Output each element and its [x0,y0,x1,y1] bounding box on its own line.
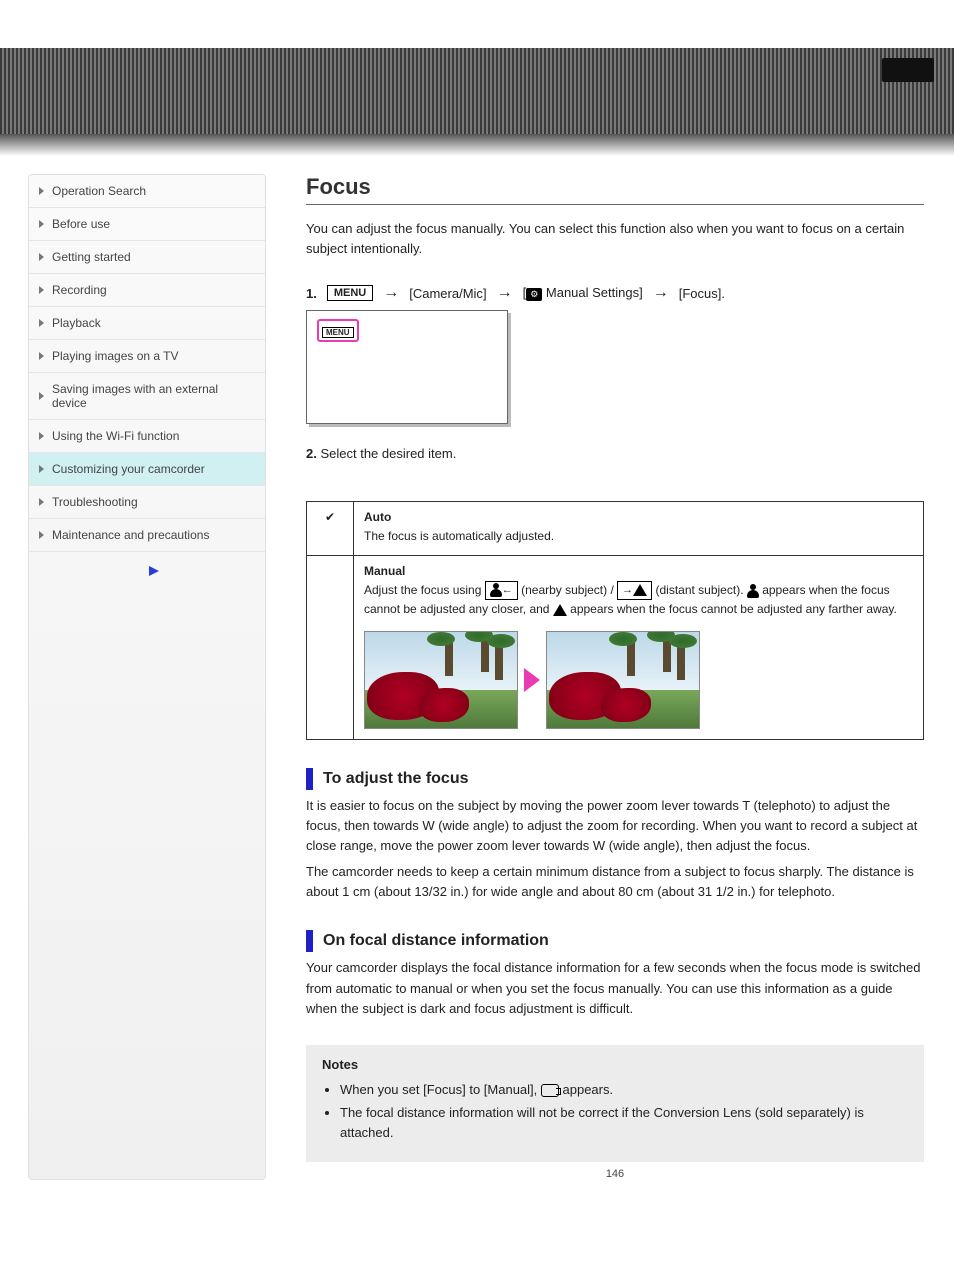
sidebar-item-label: Saving images with an external device [52,382,255,410]
heading-bar-icon [306,768,313,790]
sidebar-item-tv[interactable]: Playing images on a TV [29,340,265,373]
sidebar: Operation Search Before use Getting star… [28,174,266,1180]
menu-button-icon: MENU [327,285,373,301]
manual-line1-prefix: Adjust the focus using [364,583,485,597]
step-1: 1. MENU → [Camera/Mic] → [⚙ Manual Setti… [306,284,924,424]
focus-near-button-icon: ← [485,581,518,600]
arrow-right-icon: → [497,284,513,302]
sidebar-item-maintenance[interactable]: Maintenance and precautions [29,519,265,552]
far-limit-icon [553,604,567,616]
sidebar-item-label: Maintenance and precautions [52,528,209,542]
option-auto-desc: The focus is automatically adjusted. [364,529,554,543]
header-stripe [0,48,954,138]
note2-text: The focal distance information will not … [340,1105,864,1140]
path-seg3: [Focus]. [679,286,725,301]
sidebar-item-label: Troubleshooting [52,495,138,509]
chevron-right-icon [39,531,44,539]
page-number: 146 [306,1168,924,1180]
sample-image-after [546,631,700,729]
chevron-right-icon [39,465,44,473]
section-heading-text: To adjust the focus [323,770,468,788]
sidebar-item-troubleshooting[interactable]: Troubleshooting [29,486,265,519]
focus-sample-images [364,631,913,729]
sidebar-item-saving[interactable]: Saving images with an external device [29,373,265,420]
sidebar-item-wifi[interactable]: Using the Wi-Fi function [29,420,265,453]
note1-before: When you set [Focus] to [Manual], [340,1082,541,1097]
lcd-diagram: MENU [306,310,508,424]
section-heading-adjust-focus: To adjust the focus [306,768,924,790]
table-row: ✔ Auto The focus is automatically adjust… [307,502,924,556]
arrow-right-icon [149,566,159,576]
arrow-right-icon: → [383,284,399,302]
chevron-right-icon [39,286,44,294]
chevron-right-icon [39,220,44,228]
chevron-right-icon [39,253,44,261]
step-2: 2. Select the desired item. [306,446,924,461]
note-item: When you set [Focus] to [Manual], appear… [340,1080,908,1100]
arrow-right-icon [524,668,540,692]
menu-highlight: MENU [317,319,359,342]
focus-manual-icon [541,1084,559,1097]
sidebar-item-before-use[interactable]: Before use [29,208,265,241]
sidebar-item-label: Customizing your camcorder [52,462,205,476]
heading-bar-icon [306,930,313,952]
note1-after: appears. [563,1082,614,1097]
sidebar-item-recording[interactable]: Recording [29,274,265,307]
sidebar-item-label: Playing images on a TV [52,349,179,363]
sidebar-item-playback[interactable]: Playback [29,307,265,340]
section-heading-text: On focal distance information [323,932,549,950]
top-right-badge [882,58,934,82]
chevron-right-icon [39,392,44,400]
sidebar-item-label: Playback [52,316,101,330]
focus-far-button-icon: → [617,581,652,600]
note-item: The focal distance information will not … [340,1103,908,1142]
sidebar-item-label: Getting started [52,250,131,264]
sidebar-item-label: Operation Search [52,184,146,198]
near-limit-icon [747,584,759,598]
chevron-right-icon [39,319,44,327]
intro-paragraph: You can adjust the focus manually. You c… [306,219,924,258]
sample-image-before [364,631,518,729]
manual-line1-near: (nearby subject) / [521,583,617,597]
default-check-icon: ✔ [307,502,354,556]
step2-text: Select the desired item. [320,446,456,461]
path-seg2: Manual Settings [546,285,639,300]
option-manual-label: Manual [364,564,405,578]
tip-focal-distance-body: Your camcorder displays the focal distan… [306,958,924,1018]
chevron-right-icon [39,432,44,440]
sidebar-item-label: Before use [52,217,110,231]
page-title: Focus [306,174,924,205]
path-seg1: Camera/Mic [413,286,483,301]
sidebar-item-operation-search[interactable]: Operation Search [29,175,265,208]
sidebar-item-customize[interactable]: Customizing your camcorder [29,453,265,486]
option-auto-label: Auto [364,510,391,524]
notes-box: Notes When you set [Focus] to [Manual], … [306,1045,924,1163]
sidebar-contents-link[interactable]: Contents list [29,554,265,587]
chevron-right-icon [39,187,44,195]
chevron-right-icon [39,498,44,506]
manual-settings-icon: ⚙ [526,288,542,301]
sidebar-item-label: Recording [52,283,107,297]
tip-min-distance-body: The camcorder needs to keep a certain mi… [306,862,924,902]
table-row: Manual Adjust the focus using ← (nearby … [307,556,924,740]
main-content: Focus You can adjust the focus manually.… [266,174,954,1180]
notes-title: Notes [322,1057,908,1072]
arrow-right-icon: → [653,284,669,302]
sidebar-item-label: Using the Wi-Fi function [52,429,179,443]
tip-adjust-focus-body: It is easier to focus on the subject by … [306,796,924,856]
manual-line1-far: (distant subject). [655,583,746,597]
section-heading-focal-distance: On focal distance information [306,930,924,952]
manual-far-limit: appears when the focus cannot be adjuste… [570,602,897,616]
sidebar-item-getting-started[interactable]: Getting started [29,241,265,274]
chevron-right-icon [39,352,44,360]
options-table: ✔ Auto The focus is automatically adjust… [306,501,924,740]
